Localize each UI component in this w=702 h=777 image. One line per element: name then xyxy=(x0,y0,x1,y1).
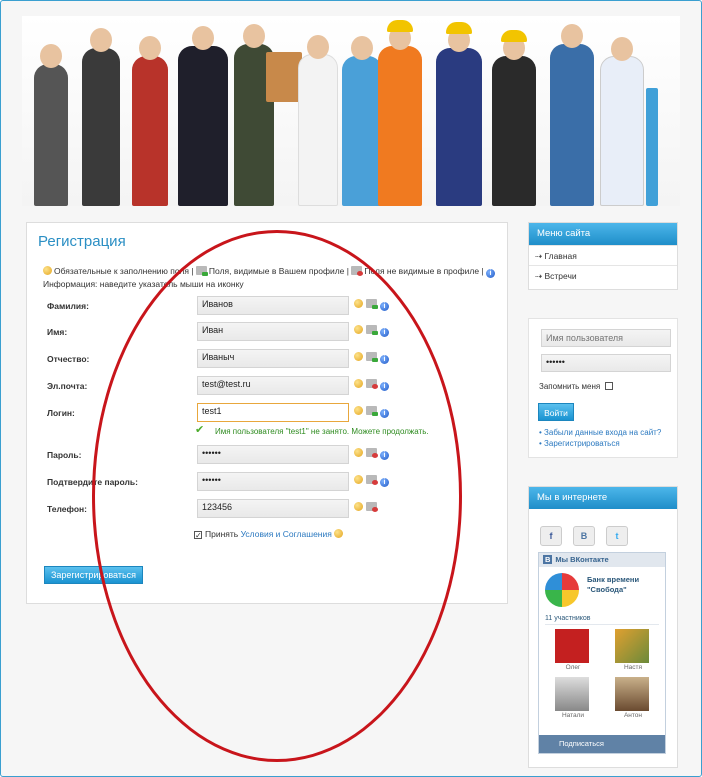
phone-label: Телефон: xyxy=(47,504,87,514)
banner-figure xyxy=(132,36,168,206)
vk-divider xyxy=(545,624,659,625)
required-icon xyxy=(43,266,52,275)
vk-member-name: Антон xyxy=(623,712,643,719)
vk-member-name: Настя xyxy=(623,664,643,671)
remember-checkbox[interactable] xyxy=(605,382,614,390)
forgot-login-link[interactable]: Забыли данные входа на сайт? xyxy=(544,428,661,437)
menu-item-home[interactable]: ⇢ Главная xyxy=(529,245,677,265)
patronymic-label: Отчество: xyxy=(47,354,90,364)
legend-hidden-text: Поля не видимые в профиле | xyxy=(364,266,484,276)
banner-figure xyxy=(82,28,120,206)
banner-figure xyxy=(492,30,536,206)
vk-group-name[interactable]: Банк времени "Свобода" xyxy=(587,575,663,595)
vk-header-text: Мы ВКонтакте xyxy=(555,555,609,564)
vk-member[interactable]: Антон xyxy=(615,677,651,719)
vk-member-photo xyxy=(615,629,649,663)
menu-item-label: Встречи xyxy=(544,271,577,281)
vk-member-name: Натали xyxy=(561,712,585,719)
login-links: • Забыли данные входа на сайт? • Зарегис… xyxy=(539,428,662,448)
menu-item-meetings[interactable]: ⇢ Встречи xyxy=(529,265,677,285)
password-label: Пароль: xyxy=(47,450,82,460)
password-input[interactable]: •••••• xyxy=(541,354,671,372)
vk-member-photo xyxy=(615,677,649,711)
social-title: Мы в интернете xyxy=(529,487,677,509)
vk-member[interactable]: Настя xyxy=(615,629,651,671)
username-input[interactable] xyxy=(541,329,671,347)
banner-figure xyxy=(298,35,338,206)
vk-member[interactable]: Натали xyxy=(555,677,591,719)
vk-members-count[interactable]: 11 участников xyxy=(545,615,591,622)
banner-figure xyxy=(342,36,382,206)
vk-member-photo xyxy=(555,629,589,663)
remember-me-row: Запомнить меня xyxy=(539,382,616,391)
login-button[interactable]: Войти xyxy=(538,403,574,421)
banner-figure xyxy=(646,88,658,206)
vk-subscribe-button[interactable]: Подписаться xyxy=(539,735,665,753)
vk-member-name: Олег xyxy=(565,664,581,671)
banner-figure xyxy=(266,52,302,102)
banner-figure xyxy=(378,20,422,206)
header-banner-image xyxy=(22,16,680,206)
page-title: Регистрация xyxy=(38,233,126,250)
register-link[interactable]: Зарегистрироваться xyxy=(544,439,620,448)
info-icon[interactable]: i xyxy=(486,269,496,278)
menu-title: Меню сайта xyxy=(529,223,677,245)
vk-subscribe-label: Подписаться xyxy=(559,739,604,748)
vk-group-avatar xyxy=(545,573,579,607)
twitter-button[interactable]: t xyxy=(606,526,628,546)
site-menu-box: Меню сайта ⇢ Главная ⇢ Встречи xyxy=(528,222,678,290)
banner-figure xyxy=(436,22,482,206)
banner-figure xyxy=(550,24,594,206)
menu-item-label: Главная xyxy=(544,251,577,261)
vk-logo-icon: B xyxy=(543,555,553,564)
vkontakte-button[interactable]: B xyxy=(573,526,595,546)
vk-widget: B Мы ВКонтакте Банк времени "Свобода" 11 … xyxy=(538,552,666,754)
banner-figure xyxy=(34,44,68,206)
annotation-circle xyxy=(92,230,462,762)
login-label: Логин: xyxy=(47,408,75,418)
name-label: Имя: xyxy=(47,327,68,337)
banner-figure xyxy=(178,26,228,206)
remember-label: Запомнить меня xyxy=(539,382,601,391)
banner-figure xyxy=(600,37,644,206)
vk-member[interactable]: Олег xyxy=(555,629,591,671)
email-label: Эл.почта: xyxy=(47,381,88,391)
login-box: •••••• Запомнить меня Войти • Забыли дан… xyxy=(528,318,678,458)
facebook-button[interactable]: f xyxy=(540,526,562,546)
vk-header: B Мы ВКонтакте xyxy=(539,553,665,567)
vk-member-photo xyxy=(555,677,589,711)
surname-label: Фамилия: xyxy=(47,301,89,311)
